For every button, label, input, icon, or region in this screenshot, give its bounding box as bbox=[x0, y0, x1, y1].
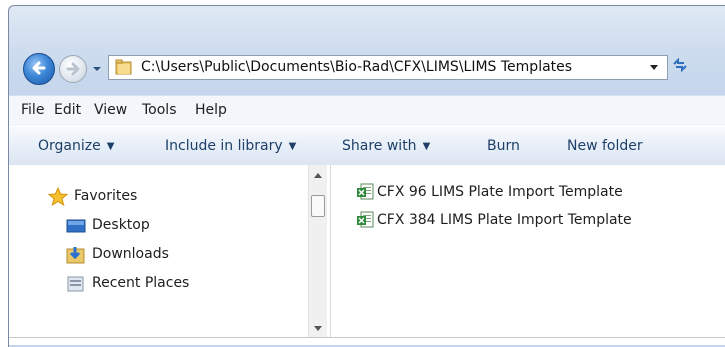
sidebar-item-label: Favorites bbox=[74, 188, 138, 204]
excel-icon bbox=[357, 211, 374, 228]
include-in-library-button[interactable]: Include in library ▼ bbox=[165, 138, 296, 154]
share-with-button[interactable]: Share with ▼ bbox=[342, 138, 430, 154]
status-divider bbox=[9, 337, 725, 338]
menu-tools[interactable]: Tools bbox=[142, 102, 177, 118]
scroll-up-icon[interactable] bbox=[313, 171, 323, 179]
organize-button[interactable]: Organize ▼ bbox=[38, 138, 114, 154]
star-icon bbox=[48, 187, 68, 207]
excel-icon bbox=[357, 183, 374, 200]
folder-icon bbox=[115, 59, 132, 75]
new-folder-button[interactable]: New folder bbox=[567, 138, 643, 154]
recent-places-icon bbox=[67, 276, 84, 292]
address-bar[interactable]: C:\Users\Public\Documents\Bio-Rad\CFX\LI… bbox=[108, 55, 668, 80]
menu-bar: File Edit View Tools Help bbox=[9, 95, 725, 126]
pane-divider[interactable] bbox=[330, 165, 331, 337]
sidebar-item-label: Desktop bbox=[92, 217, 150, 233]
include-in-library-label: Include in library bbox=[165, 138, 283, 154]
desktop-icon bbox=[66, 219, 86, 233]
chevron-down-icon: ▼ bbox=[422, 141, 431, 152]
recent-pages-dropdown-icon[interactable] bbox=[91, 63, 103, 75]
scroll-down-icon[interactable] bbox=[313, 325, 323, 333]
refresh-icon[interactable] bbox=[672, 58, 688, 72]
forward-button[interactable] bbox=[59, 55, 87, 83]
address-path: C:\Users\Public\Documents\Bio-Rad\CFX\LI… bbox=[141, 59, 573, 75]
sidebar-item-label: Downloads bbox=[92, 246, 169, 262]
file-name: CFX 384 LIMS Plate Import Template bbox=[377, 212, 632, 228]
back-arrow-icon bbox=[32, 61, 46, 75]
menu-edit[interactable]: Edit bbox=[54, 102, 81, 118]
menu-view[interactable]: View bbox=[94, 102, 127, 118]
sidebar-item-label: Recent Places bbox=[92, 275, 190, 291]
navigation-scrollbar[interactable] bbox=[308, 165, 327, 337]
chevron-down-icon: ▼ bbox=[288, 141, 297, 152]
share-with-label: Share with bbox=[342, 138, 417, 154]
burn-button[interactable]: Burn bbox=[487, 138, 520, 154]
menu-help[interactable]: Help bbox=[195, 102, 227, 118]
chevron-down-icon: ▼ bbox=[106, 141, 115, 152]
menu-file[interactable]: File bbox=[21, 102, 44, 118]
address-dropdown-icon[interactable] bbox=[649, 64, 659, 72]
navigation-row: C:\Users\Public\Documents\Bio-Rad\CFX\LI… bbox=[20, 50, 725, 88]
downloads-folder-icon bbox=[66, 247, 85, 264]
navigation-pane: Favorites Desktop Downloads Recent Place… bbox=[9, 165, 304, 345]
file-name: CFX 96 LIMS Plate Import Template bbox=[377, 184, 623, 200]
organize-label: Organize bbox=[38, 138, 101, 154]
scrollbar-thumb[interactable] bbox=[311, 195, 325, 217]
back-button[interactable] bbox=[23, 53, 55, 85]
content-area: Favorites Desktop Downloads Recent Place… bbox=[9, 165, 725, 345]
command-bar: Organize ▼ Include in library ▼ Share with… bbox=[9, 126, 725, 166]
forward-arrow-icon bbox=[66, 62, 80, 76]
